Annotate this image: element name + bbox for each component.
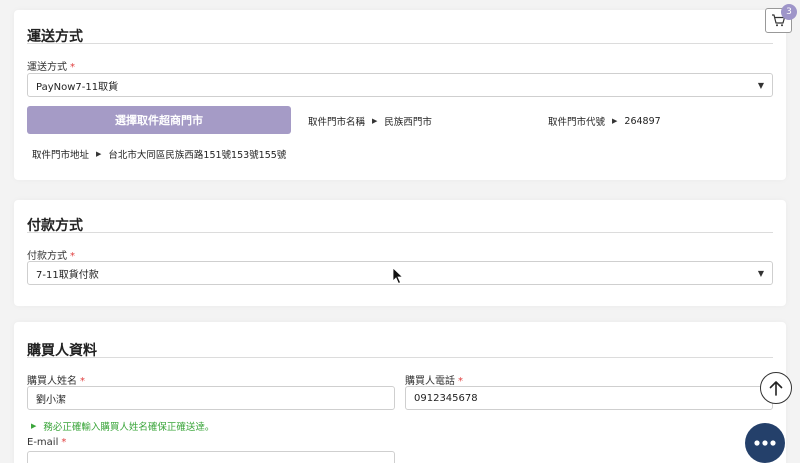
shipping-label-text: 運送方式 (27, 62, 67, 73)
payment-label: 付款方式 * (27, 247, 75, 262)
email-input[interactable] (27, 451, 395, 463)
shipping-label: 運送方式 * (27, 58, 75, 73)
divider (27, 357, 773, 358)
shipping-select-value: PayNow7-11取貨 (36, 81, 119, 93)
required-mark: * (61, 437, 67, 448)
payment-section: 付款方式 付款方式 * 7-11取貨付款 ▼ (14, 200, 786, 306)
buyer-name-input[interactable]: 劉小潔 (27, 386, 395, 410)
triangle-right-icon: ▶ (372, 117, 378, 125)
buyer-phone-label: 購買人電話 * (405, 372, 463, 387)
triangle-right-icon: ▶ (612, 117, 618, 125)
store-name-info: 取件門市名稱 ▶ 民族西門市 (308, 114, 432, 128)
shipping-select[interactable]: PayNow7-11取貨 ▼ (27, 73, 773, 97)
store-code-label: 取件門市代號 (548, 117, 606, 128)
shipping-section: 運送方式 運送方式 * PayNow7-11取貨 ▼ 選擇取件超商門市 取件門市名… (14, 10, 786, 180)
chat-button[interactable] (745, 423, 785, 463)
buyer-name-hint-text: 務必正確輸入購買人姓名確保正確送達。 (43, 422, 215, 433)
arrow-up-icon (769, 381, 783, 396)
store-name-label: 取件門市名稱 (308, 117, 366, 128)
store-code-value: 264897 (624, 115, 661, 127)
chat-dots-icon (754, 440, 776, 446)
store-code-info: 取件門市代號 ▶ 264897 (548, 114, 661, 129)
store-address-info: 取件門市地址 ▶ 台北市大同區民族西路151號153號155號 (32, 147, 286, 161)
payment-select-value: 7-11取貨付款 (36, 269, 99, 281)
buyer-name-label: 購買人姓名 * (27, 372, 85, 387)
mouse-cursor-icon (392, 267, 404, 285)
divider (27, 43, 773, 44)
buyer-name-hint: ▶ 務必正確輸入購買人姓名確保正確送達。 (31, 419, 214, 433)
email-label: E-mail * (27, 437, 66, 448)
divider (27, 232, 773, 233)
buyer-phone-input[interactable]: 0912345678 (405, 386, 773, 410)
caret-down-icon: ▼ (757, 80, 764, 90)
buyer-section: 購買人資料 購買人姓名 * 劉小潔 購買人電話 * 0912345678 ▶ 務必正… (14, 322, 786, 463)
caret-down-icon: ▼ (757, 268, 764, 278)
triangle-right-icon: ▶ (31, 422, 37, 430)
select-store-button[interactable]: 選擇取件超商門市 (27, 106, 291, 134)
store-address-value: 台北市大同區民族西路151號153號155號 (108, 150, 287, 161)
email-label-text: E-mail (27, 437, 59, 448)
store-address-label: 取件門市地址 (32, 150, 90, 161)
triangle-right-icon: ▶ (96, 150, 102, 158)
required-mark: * (70, 62, 75, 73)
buyer-name-value: 劉小潔 (36, 394, 66, 406)
back-to-top-button[interactable] (760, 372, 792, 404)
store-name-value: 民族西門市 (384, 117, 432, 128)
cart-count-badge: 3 (781, 4, 797, 20)
buyer-phone-value: 0912345678 (414, 392, 478, 404)
